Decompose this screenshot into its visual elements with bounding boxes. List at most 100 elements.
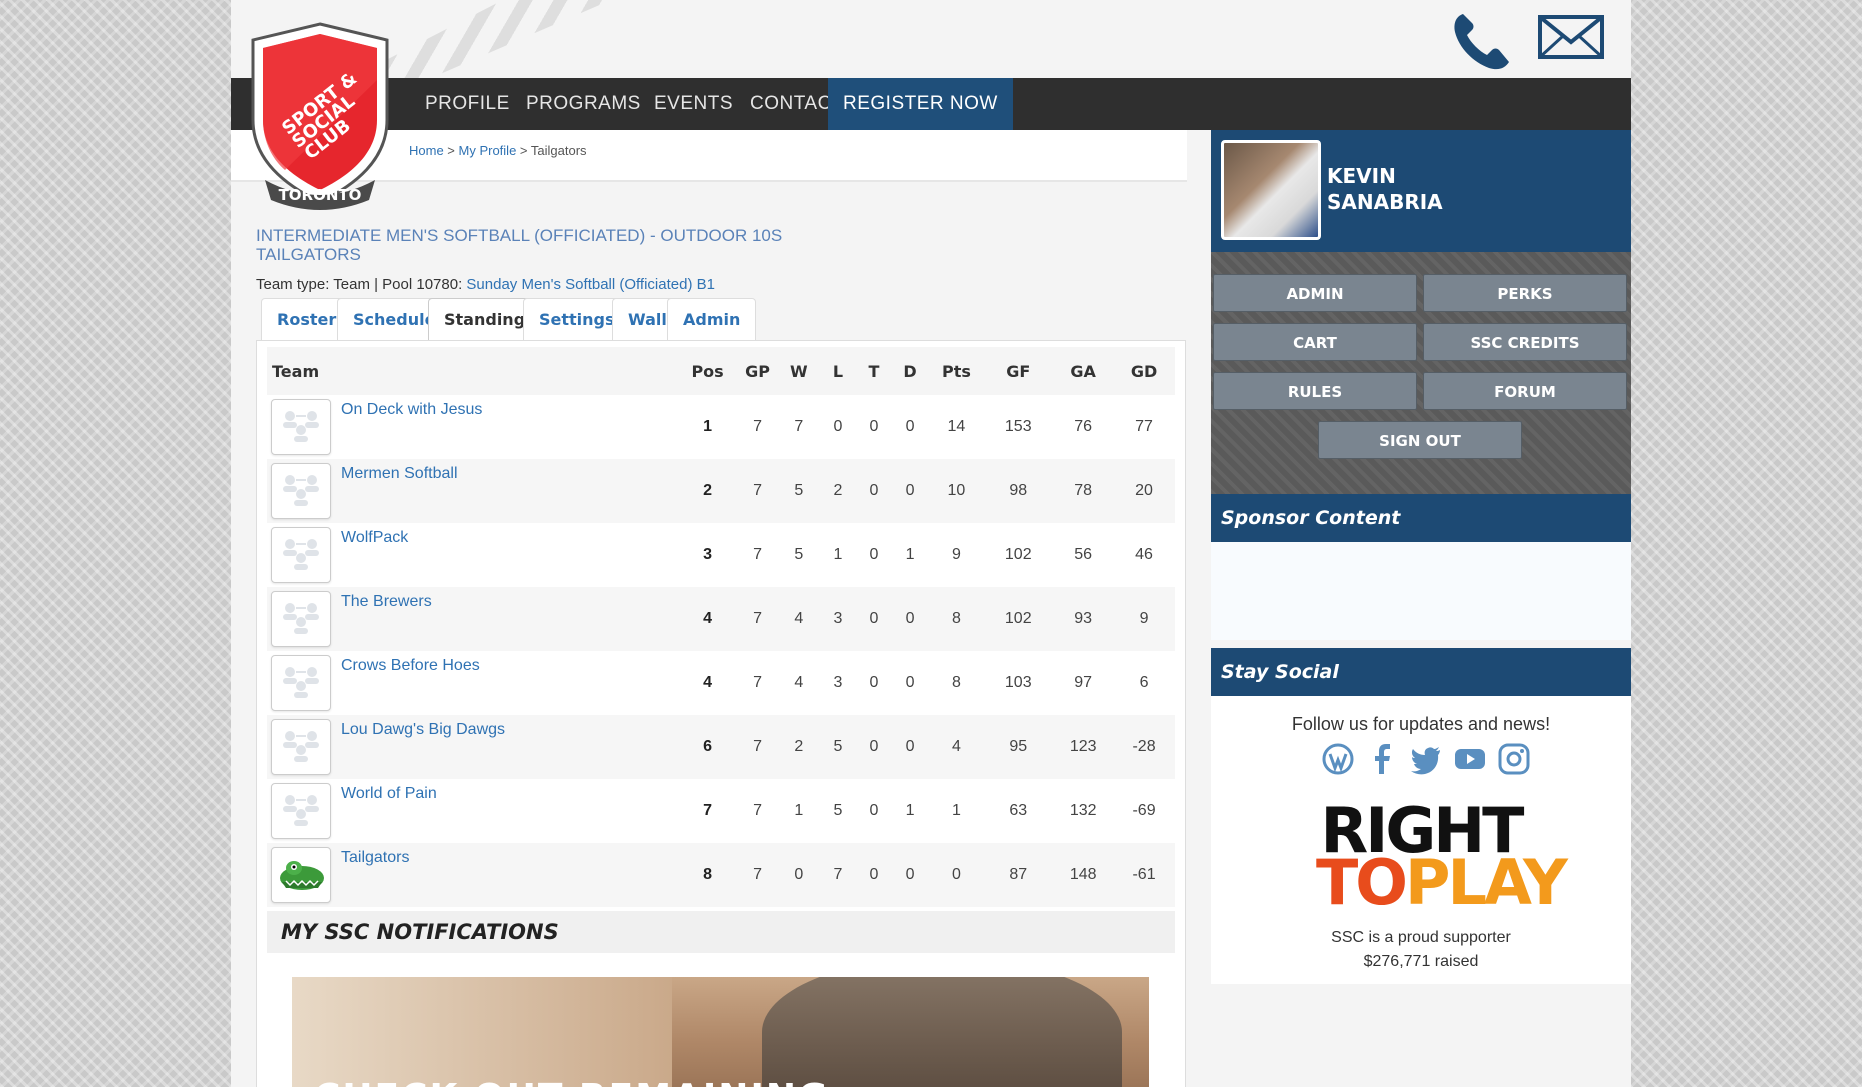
- banner-figure: [762, 977, 1122, 1087]
- team-placeholder-icon[interactable]: [271, 591, 331, 647]
- team-placeholder-icon[interactable]: [271, 783, 331, 839]
- profile-first-name: KEVIN: [1327, 164, 1396, 188]
- avatar[interactable]: [1221, 140, 1321, 240]
- forum-button[interactable]: FORUM: [1423, 372, 1627, 410]
- gp-cell: 7: [735, 459, 780, 523]
- team-name-link[interactable]: Tailgators: [341, 849, 409, 867]
- pts-cell: 1: [951, 802, 961, 819]
- ga-cell: 78: [1053, 459, 1114, 523]
- banner-text: CHECK OUT REMAINING: [314, 1077, 830, 1087]
- team-placeholder-icon[interactable]: [271, 463, 331, 519]
- pos-cell: 3: [703, 546, 713, 563]
- facebook-icon[interactable]: [1365, 742, 1399, 776]
- ga-cell: 148: [1053, 843, 1114, 907]
- nav-programs[interactable]: PROGRAMS: [511, 78, 656, 130]
- sidebar-button-area: ADMIN PERKS CART SSC CREDITS RULES FORUM…: [1211, 252, 1631, 494]
- page: PROFILE PROGRAMS EVENTS CONTACT REGISTER…: [231, 0, 1631, 1087]
- youtube-icon[interactable]: [1453, 742, 1487, 776]
- team-cell: Mermen Softball: [267, 459, 680, 523]
- l-cell: 0: [833, 418, 843, 435]
- t-cell: 0: [857, 715, 891, 779]
- gp-cell: 7: [735, 715, 780, 779]
- tab-admin[interactable]: Admin: [667, 298, 757, 340]
- team-placeholder-icon[interactable]: [271, 527, 331, 583]
- w-cell: 5: [779, 459, 819, 523]
- team-placeholder-icon[interactable]: [271, 719, 331, 775]
- l-cell: 5: [818, 715, 858, 779]
- team-name-link[interactable]: The Brewers: [341, 593, 432, 611]
- team-name-link[interactable]: On Deck with Jesus: [341, 401, 482, 419]
- rules-button[interactable]: RULES: [1213, 372, 1417, 410]
- pool-link[interactable]: Sunday Men's Softball (Officiated) B1: [466, 276, 715, 293]
- nav-register-now[interactable]: REGISTER NOW: [828, 78, 1013, 130]
- breadcrumb-my-profile[interactable]: My Profile: [459, 143, 517, 158]
- top-bar: [231, 0, 1631, 78]
- col-ga: GA: [1053, 347, 1114, 395]
- stay-social-heading: Stay Social: [1211, 648, 1631, 696]
- team-name-link[interactable]: Lou Dawg's Big Dawgs: [341, 721, 505, 739]
- team-name-link[interactable]: WolfPack: [341, 529, 408, 547]
- d-cell: 0: [890, 715, 930, 779]
- notifications-heading: MY SSC NOTIFICATIONS: [267, 911, 1175, 953]
- gd-cell: 77: [1135, 418, 1153, 435]
- pos-cell: 4: [679, 587, 736, 651]
- l-cell: 7: [818, 843, 858, 907]
- supporter-line: SSC is a proud supporter: [1331, 929, 1511, 946]
- team-cell: On Deck with Jesus: [267, 395, 679, 459]
- right-to-play-line-2: TOPLAY: [1316, 852, 1568, 914]
- ssc-credits-button[interactable]: SSC CREDITS: [1423, 323, 1627, 361]
- ga-cell: 123: [1053, 715, 1114, 779]
- gator-logo-icon[interactable]: [271, 847, 331, 903]
- instagram-icon[interactable]: [1497, 742, 1531, 776]
- team-name-link[interactable]: Mermen Softball: [341, 465, 458, 483]
- twitter-icon[interactable]: [1409, 742, 1443, 776]
- banner-background: [292, 977, 672, 1087]
- ssc-toronto-logo[interactable]: SPORT & SOCIAL CLUB TORONTO: [245, 20, 395, 210]
- header-stripes: [351, 0, 611, 78]
- col-t: T: [857, 347, 891, 395]
- gp-cell: 7: [735, 587, 780, 651]
- phone-icon[interactable]: [1449, 10, 1513, 72]
- nav-events[interactable]: EVENTS: [639, 78, 748, 130]
- team-cell: Tailgators: [267, 843, 680, 907]
- cart-button[interactable]: CART: [1213, 323, 1417, 361]
- pts-cell: 8: [929, 587, 984, 651]
- pts-cell: 9: [951, 546, 961, 563]
- notification-banner[interactable]: CHECK OUT REMAINING: [292, 977, 1149, 1087]
- gd-cell: 20: [1113, 459, 1175, 523]
- sponsor-heading: Sponsor Content: [1211, 494, 1631, 542]
- d-cell: 0: [905, 674, 915, 691]
- right-to-play-logo[interactable]: RIGHT TOPLAY: [1316, 800, 1568, 914]
- team-placeholder-icon[interactable]: [271, 655, 331, 711]
- gp-cell: 7: [735, 843, 780, 907]
- breadcrumb-sep: >: [443, 143, 459, 158]
- sign-out-button[interactable]: SIGN OUT: [1318, 421, 1522, 459]
- pts-cell: 8: [951, 674, 961, 691]
- admin-button[interactable]: ADMIN: [1213, 274, 1417, 312]
- standings-table: Team Pos GP W L T D Pts GF GA GD On Deck…: [267, 347, 1175, 907]
- breadcrumb-current: Tailgators: [530, 143, 587, 158]
- team-name-link[interactable]: World of Pain: [341, 785, 437, 803]
- standings-header-row: Team Pos GP W L T D Pts GF GA GD: [267, 347, 1175, 395]
- wordpress-icon[interactable]: [1321, 742, 1355, 776]
- perks-button[interactable]: PERKS: [1423, 274, 1627, 312]
- supporter-text: SSC is a proud supporter $276,771 raised: [1211, 926, 1631, 974]
- gp-cell: 7: [753, 802, 763, 819]
- team-name-link[interactable]: Crows Before Hoes: [341, 657, 480, 675]
- nav-profile[interactable]: PROFILE: [410, 78, 525, 130]
- w-cell: 5: [794, 546, 804, 563]
- w-cell: 4: [794, 674, 804, 691]
- pos-cell: 6: [679, 715, 736, 779]
- table-row: World of Pain 7 7 1 5 0 1 1 63 132 -69: [267, 779, 1175, 843]
- mail-icon[interactable]: [1537, 14, 1605, 60]
- breadcrumb-home[interactable]: Home: [409, 143, 444, 158]
- gf-cell: 95: [983, 715, 1054, 779]
- team-cell: The Brewers: [267, 587, 680, 651]
- l-cell: 3: [833, 674, 843, 691]
- t-cell: 0: [869, 546, 879, 563]
- col-gp: GP: [735, 347, 780, 395]
- ga-cell: 93: [1053, 587, 1114, 651]
- team-info: Team type: Team | Pool 10780: Sunday Men…: [256, 276, 715, 293]
- team-placeholder-icon[interactable]: [271, 399, 331, 455]
- ga-cell: 132: [1069, 802, 1097, 819]
